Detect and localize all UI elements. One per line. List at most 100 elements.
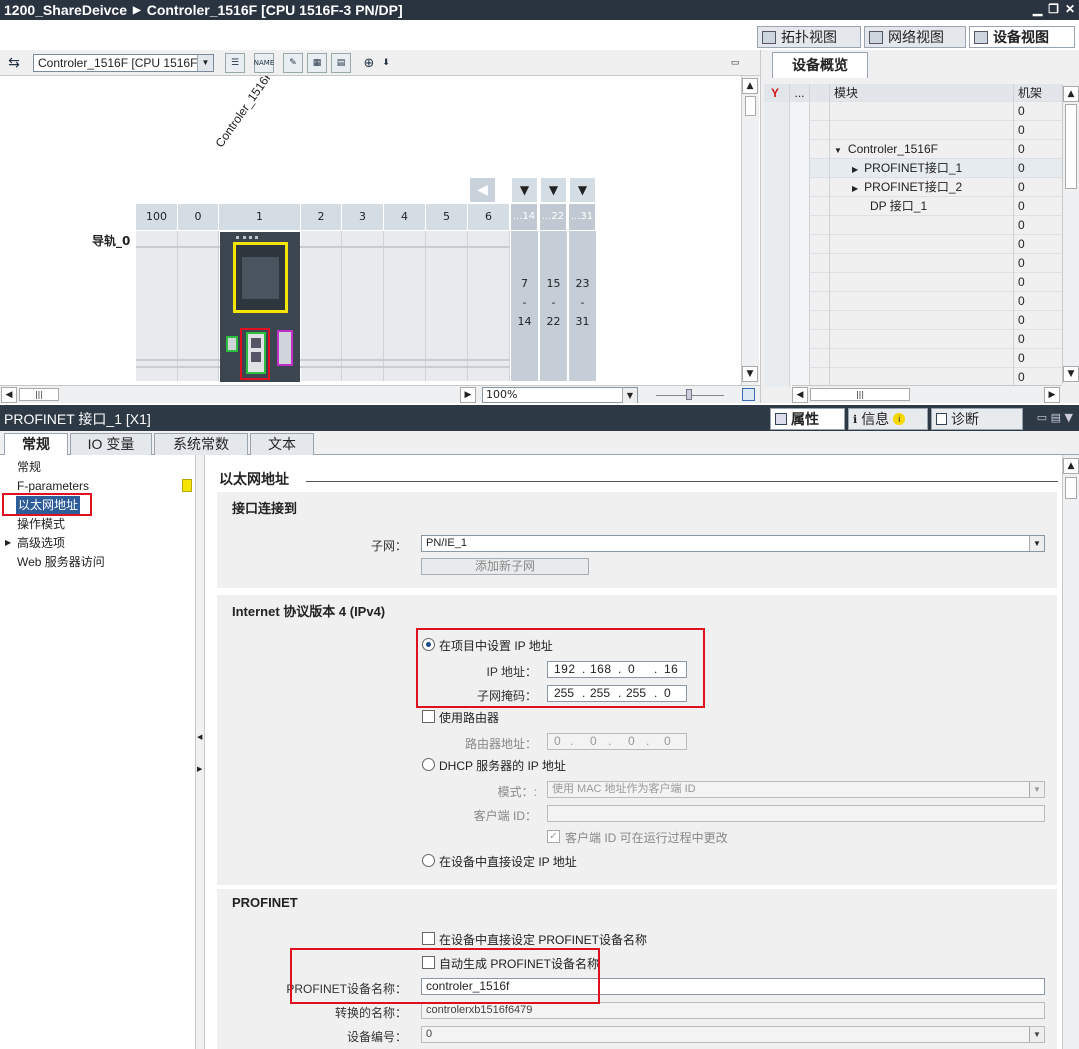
add-subnet-button[interactable]: 添加新子网 (421, 558, 589, 575)
device-number-select[interactable]: 0 ▼ (421, 1026, 1045, 1043)
radio-set-ip-in-device[interactable] (422, 854, 435, 867)
status-led-icon (236, 236, 258, 239)
tab-general[interactable]: 常规 (4, 433, 68, 456)
zoom-select[interactable]: 100% ▼ (482, 387, 638, 403)
close-icon[interactable]: ✕ (1065, 2, 1075, 16)
nav-splitter[interactable]: ◀ ▶ (196, 455, 205, 1049)
column-header-rack[interactable]: 机架 (1014, 84, 1062, 102)
name-tool-button[interactable]: NAME (254, 53, 274, 73)
overview-toggle-icon[interactable]: ▭ (725, 53, 745, 73)
mode-select[interactable]: 使用 MAC 地址作为客户端 ID ▼ (547, 781, 1045, 798)
nav-item-web-server[interactable]: Web 服务器访问 (17, 553, 105, 571)
rack-column[interactable]: 23 - 31 (569, 231, 596, 381)
subnet-select[interactable]: PN/IE_1 ▼ (421, 535, 1045, 552)
rack-scroll-left-icon[interactable]: ◀ (469, 177, 496, 203)
rack-expand-icon[interactable]: ▼ (540, 177, 567, 203)
pencil-icon[interactable]: ✎ (283, 53, 303, 73)
scroll-up-icon[interactable]: ▲ (1063, 86, 1079, 102)
table-row[interactable]: 0 (764, 121, 1062, 140)
radio-dhcp[interactable] (422, 758, 435, 771)
table-row[interactable]: DP 接口_1 0 (764, 197, 1062, 216)
expand-arrow-icon[interactable]: ▶ (5, 538, 11, 547)
nav-item-general[interactable]: 常规 (17, 458, 41, 476)
form-vscroll[interactable]: ▲ (1062, 455, 1079, 1049)
restore-icon[interactable]: ❐ (1048, 2, 1059, 16)
scroll-left-icon[interactable]: ◀ (792, 387, 808, 403)
cpu-display[interactable] (233, 242, 288, 313)
form-area: 以太网地址 接口连接到 子网： PN/IE_1 ▼ 添加新子网 Internet… (206, 455, 1062, 1049)
tab-io-tags[interactable]: IO 变量 (70, 433, 152, 455)
rack-expand-icon[interactable]: ▼ (569, 177, 596, 203)
scroll-thumb[interactable] (1065, 477, 1077, 499)
collapse-left-icon[interactable]: ◀ (197, 733, 202, 741)
canvas-vscroll[interactable]: ▲ ▼ (741, 76, 759, 385)
fit-view-icon[interactable] (742, 388, 755, 401)
download-icon[interactable]: ⬇ (376, 53, 396, 73)
minimize-icon[interactable]: ▁ (1033, 2, 1042, 16)
nav-item-advanced-options[interactable]: 高级选项 (17, 534, 65, 552)
table-row[interactable]: 0 (764, 235, 1062, 254)
subnet-label: 子网： (370, 539, 407, 553)
scroll-thumb[interactable]: ||| (19, 388, 59, 401)
column-header-module[interactable]: 模块 (830, 84, 1014, 102)
rail-line (136, 366, 510, 368)
tab-diagnostics[interactable]: 诊断 (931, 408, 1023, 430)
table-row[interactable]: ▶ PROFINET接口_2 0 (764, 178, 1062, 197)
grid-icon[interactable]: ▦ (307, 53, 327, 73)
panel-controls[interactable]: ▭ ▤ ▼ (1037, 411, 1073, 424)
scroll-left-icon[interactable]: ◀ (1, 387, 17, 403)
table-row[interactable]: 0 (764, 216, 1062, 235)
scroll-up-icon[interactable]: ▲ (742, 78, 758, 94)
table-row[interactable]: 0 (764, 273, 1062, 292)
tab-system-constants[interactable]: 系统常数 (154, 433, 248, 455)
filter-icon[interactable]: Y (764, 84, 790, 102)
table-row[interactable]: 0 (764, 102, 1062, 121)
client-id-changeable-checkbox[interactable]: ✓ (547, 830, 560, 843)
zoom-slider-thumb[interactable] (686, 389, 692, 400)
table-row[interactable]: 0 (764, 311, 1062, 330)
tab-info[interactable]: ℹ 信息 i (848, 408, 928, 430)
network-tool-icon[interactable]: ⇆ (4, 53, 24, 73)
collapse-arrow-icon[interactable]: ▼ (834, 146, 842, 155)
scroll-thumb[interactable] (745, 96, 756, 116)
expand-arrow-icon[interactable]: ▶ (852, 184, 858, 193)
router-address-field[interactable]: 0 . 0 . 0 . 0 (547, 733, 687, 750)
expand-right-icon[interactable]: ▶ (197, 765, 202, 773)
table-row[interactable]: ▶ PROFINET接口_1 0 (764, 159, 1062, 178)
nav-item-operating-mode[interactable]: 操作模式 (17, 515, 65, 533)
scroll-thumb[interactable] (1065, 104, 1077, 189)
table-row[interactable]: 0 (764, 349, 1062, 368)
rack-column[interactable]: 7 - 14 (511, 231, 538, 381)
scroll-down-icon[interactable]: ▼ (1063, 366, 1079, 382)
table-row[interactable]: 0 (764, 292, 1062, 311)
device-canvas[interactable]: Controler_1516F 100 0 1 2 3 4 5 6 ◀ ▼ ▼ … (0, 76, 741, 385)
tab-properties[interactable]: 属性 (770, 408, 845, 430)
expand-arrow-icon[interactable]: ▶ (852, 165, 858, 174)
overview-vscroll[interactable]: ▲ ▼ (1062, 84, 1079, 384)
tab-device-overview[interactable]: 设备概览 (772, 52, 868, 78)
tab-device-view[interactable]: 设备视图 (969, 26, 1075, 48)
page-icon[interactable]: ▤ (331, 53, 351, 73)
section-rule (306, 481, 1058, 482)
device-select[interactable]: Controler_1516F [CPU 1516F- ▼ (33, 54, 214, 72)
scroll-thumb[interactable]: ||| (810, 388, 910, 401)
scroll-up-icon[interactable]: ▲ (1063, 458, 1079, 474)
set-name-in-device-checkbox[interactable] (422, 932, 435, 945)
tab-network-view[interactable]: 网络视图 (864, 26, 966, 48)
rack-column[interactable]: 15 - 22 (540, 231, 567, 381)
overview-hscroll[interactable]: ◀ ||| ▶ (792, 385, 1062, 403)
table-row[interactable]: ▼ Controler_1516F 0 (764, 140, 1062, 159)
table-row[interactable]: 0 (764, 330, 1062, 349)
module-list-icon[interactable]: ☰ (225, 53, 245, 73)
scroll-right-icon[interactable]: ▶ (1044, 387, 1060, 403)
scroll-right-icon[interactable]: ▶ (460, 387, 476, 403)
use-router-checkbox[interactable] (422, 710, 435, 723)
table-row[interactable]: 0 (764, 254, 1062, 273)
scroll-down-icon[interactable]: ▼ (742, 366, 758, 382)
rack-expand-icon[interactable]: ▼ (511, 177, 538, 203)
tab-topology-view[interactable]: 拓扑视图 (757, 26, 861, 48)
rack-cell: 0 (1018, 275, 1025, 289)
tab-texts[interactable]: 文本 (250, 433, 314, 455)
client-id-field[interactable] (547, 805, 1045, 822)
canvas-hscroll[interactable]: ◀ ||| ▶ 100% ▼ (0, 385, 760, 403)
